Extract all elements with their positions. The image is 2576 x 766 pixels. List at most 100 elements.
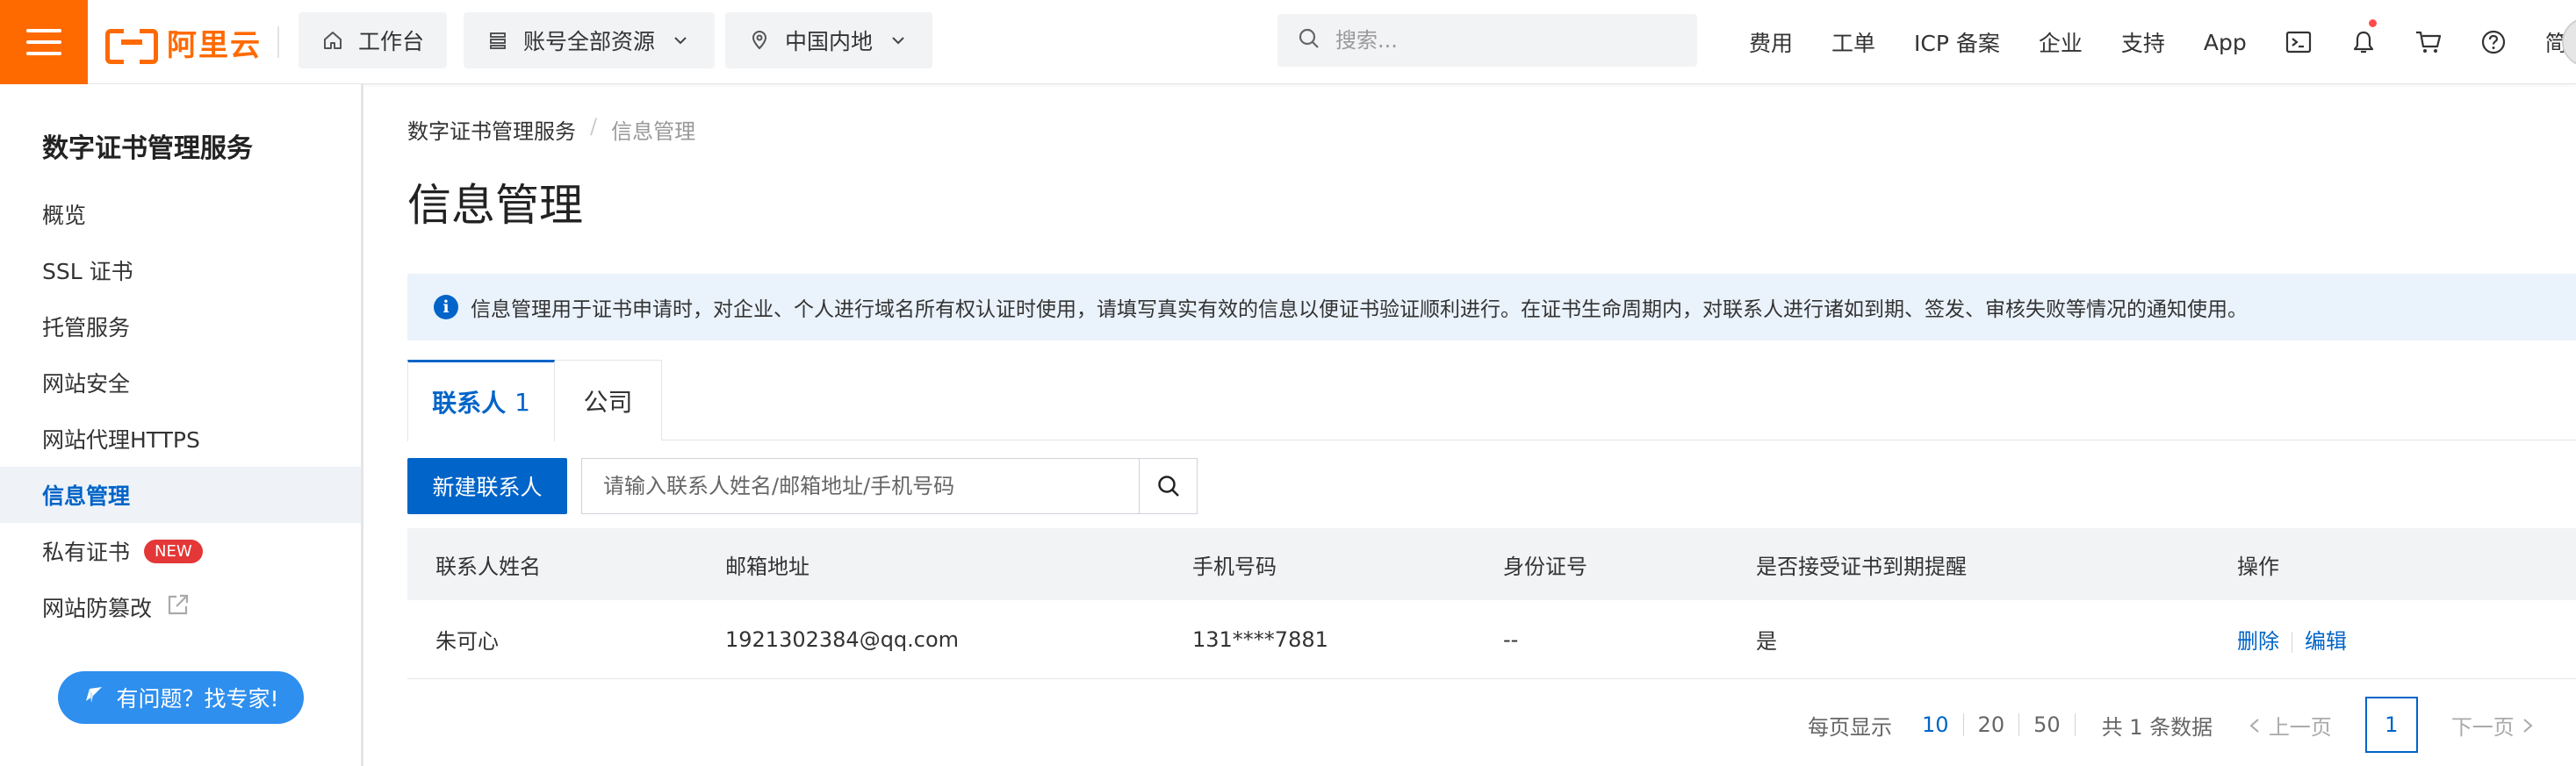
next-page-button[interactable]: 下一页	[2451, 710, 2536, 741]
column-header: 手机号码	[1192, 554, 1277, 579]
tab-count: 1	[514, 387, 530, 417]
contact-search	[581, 458, 1198, 514]
external-link-icon	[166, 592, 191, 622]
hamburger-icon-line	[26, 29, 61, 32]
info-notice-text: 信息管理用于证书申请时，对企业、个人进行域名所有权认证时使用，请填写真实有效的信…	[471, 298, 2248, 321]
home-icon	[321, 29, 344, 52]
help-circle-icon[interactable]	[2461, 0, 2526, 84]
terminal-icon[interactable]	[2266, 0, 2331, 84]
cell-email: 1921302384@qq.com	[725, 626, 960, 652]
breadcrumb-item-current: 信息管理	[611, 119, 696, 144]
breadcrumb-item-service[interactable]: 数字证书管理服务	[407, 114, 576, 145]
sidebar-menu: 概览 SSL 证书 托管服务 网站安全 网站代理HTTPS 信息管理 私有证书 …	[0, 186, 361, 635]
global-search-input[interactable]	[1335, 28, 1669, 53]
ask-expert-button[interactable]: 有问题？找专家!	[58, 671, 304, 724]
sidebar-item-info-management[interactable]: 信息管理	[0, 467, 361, 523]
page-size-option[interactable]: 50	[2019, 713, 2076, 736]
cell-remind: 是	[1756, 629, 1777, 654]
tab-contacts[interactable]: 联系人 1	[407, 360, 555, 441]
top-link-billing[interactable]: 费用	[1730, 26, 1812, 58]
sidebar-item-private-cert[interactable]: 私有证书 NEW	[0, 523, 361, 579]
info-notice: i 信息管理用于证书申请时，对企业、个人进行域名所有权认证时使用，请填写真实有效…	[407, 274, 2576, 340]
cart-icon[interactable]	[2396, 0, 2461, 84]
next-page-label: 下一页	[2450, 714, 2515, 740]
table-toolbar: 新建联系人	[407, 458, 1198, 514]
region-label: 中国内地	[785, 29, 874, 54]
sidebar-item-tamper-protection[interactable]: 网站防篡改	[0, 579, 361, 635]
pagination: 每页显示 10 20 50 共 1 条数据 上一页 1 下一页	[1808, 697, 2535, 753]
sidebar-item-web-security[interactable]: 网站安全	[0, 354, 361, 411]
tab-label: 公司	[583, 387, 633, 417]
chevron-left-icon	[2248, 715, 2269, 740]
chevron-right-icon	[2521, 715, 2535, 740]
sidebar-item-label: 网站安全	[42, 371, 131, 397]
column-header: 联系人姓名	[435, 554, 541, 579]
main-content: 数字证书管理服务 / 信息管理 信息管理 i 信息管理用于证书申请时，对企业、个…	[363, 84, 2576, 766]
divider	[277, 26, 279, 58]
top-link-enterprise[interactable]: 企业	[2019, 26, 2102, 58]
sidebar-item-label: 信息管理	[42, 483, 131, 509]
tab-bar: 联系人 1 公司	[407, 360, 2576, 441]
sidebar: 数字证书管理服务 概览 SSL 证书 托管服务 网站安全 网站代理HTTPS 信…	[0, 84, 363, 766]
logo-text: 阿里云	[167, 27, 262, 63]
new-contact-button[interactable]: 新建联系人	[407, 458, 567, 514]
table-row: 朱可心 1921302384@qq.com 131****7881 -- 是 删…	[407, 600, 2576, 679]
tab-label: 联系人	[432, 389, 507, 418]
menu-toggle-button[interactable]	[0, 0, 88, 84]
sidebar-item-label: SSL 证书	[42, 259, 133, 284]
global-search[interactable]	[1277, 14, 1697, 67]
contact-search-input[interactable]	[582, 459, 1139, 513]
sidebar-item-hosting[interactable]: 托管服务	[0, 298, 361, 354]
hamburger-icon-line	[26, 52, 61, 55]
prev-page-label: 上一页	[2268, 714, 2332, 740]
contacts-table: 联系人姓名 邮箱地址 手机号码 身份证号 是否接受证书到期提醒 操作 朱可心 1…	[407, 528, 2576, 679]
sidebar-item-label: 网站防篡改	[42, 596, 153, 621]
notification-bell-icon[interactable]	[2331, 0, 2396, 84]
aliyun-logo[interactable]: 阿里云	[105, 19, 262, 65]
region-dropdown[interactable]: 中国内地	[725, 12, 933, 68]
hamburger-icon-line	[26, 40, 61, 44]
sidebar-item-https-proxy[interactable]: 网站代理HTTPS	[0, 411, 361, 467]
top-link-icp[interactable]: ICP 备案	[1895, 26, 2019, 58]
tab-company[interactable]: 公司	[555, 360, 662, 440]
sidebar-item-label: 托管服务	[42, 315, 131, 340]
column-header: 是否接受证书到期提醒	[1756, 554, 1967, 579]
edit-link[interactable]: 编辑	[2305, 629, 2347, 654]
sidebar-item-label: 概览	[42, 203, 87, 228]
chat-icon	[83, 684, 105, 712]
layers-icon	[486, 29, 509, 52]
column-header: 身份证号	[1503, 554, 1587, 579]
cell-actions: 删除 编辑	[2237, 624, 2347, 655]
resources-label: 账号全部资源	[523, 29, 656, 54]
top-link-support[interactable]: 支持	[2102, 26, 2184, 58]
column-header: 操作	[2237, 554, 2279, 579]
breadcrumb: 数字证书管理服务 / 信息管理	[407, 114, 695, 145]
delete-link[interactable]: 删除	[2237, 629, 2279, 654]
workbench-button[interactable]: 工作台	[299, 12, 448, 68]
total-count: 共 1 条数据	[2101, 714, 2213, 740]
page-number-current[interactable]: 1	[2364, 697, 2418, 753]
per-page-label: 每页显示	[1808, 714, 1892, 740]
notification-dot	[2368, 19, 2377, 27]
top-link-app[interactable]: App	[2184, 30, 2266, 55]
workbench-label: 工作台	[358, 29, 425, 54]
ask-expert-label: 有问题？找专家!	[116, 686, 279, 712]
sidebar-item-overview[interactable]: 概览	[0, 186, 361, 242]
search-icon[interactable]	[1139, 459, 1197, 513]
top-link-tickets[interactable]: 工单	[1812, 26, 1895, 58]
chevron-down-icon	[669, 29, 692, 52]
page-size-option[interactable]: 10	[1908, 713, 1964, 736]
location-pin-icon	[748, 29, 771, 52]
cell-id-number: --	[1503, 626, 1519, 652]
sidebar-item-ssl[interactable]: SSL 证书	[0, 242, 361, 298]
new-badge: NEW	[144, 539, 203, 563]
resources-dropdown[interactable]: 账号全部资源	[464, 12, 716, 68]
sidebar-item-label: 私有证书	[42, 540, 131, 565]
cell-name: 朱可心	[435, 629, 499, 654]
page-size-option[interactable]: 20	[1964, 713, 2020, 736]
table-header: 联系人姓名 邮箱地址 手机号码 身份证号 是否接受证书到期提醒 操作	[407, 528, 2576, 600]
prev-page-button[interactable]: 上一页	[2248, 710, 2332, 741]
top-bar: 阿里云 工作台 账号全部资源 中国内地 费用 工单 ICP 备	[0, 0, 2576, 84]
page-title: 信息管理	[407, 180, 583, 231]
sidebar-title: 数字证书管理服务	[42, 133, 253, 164]
